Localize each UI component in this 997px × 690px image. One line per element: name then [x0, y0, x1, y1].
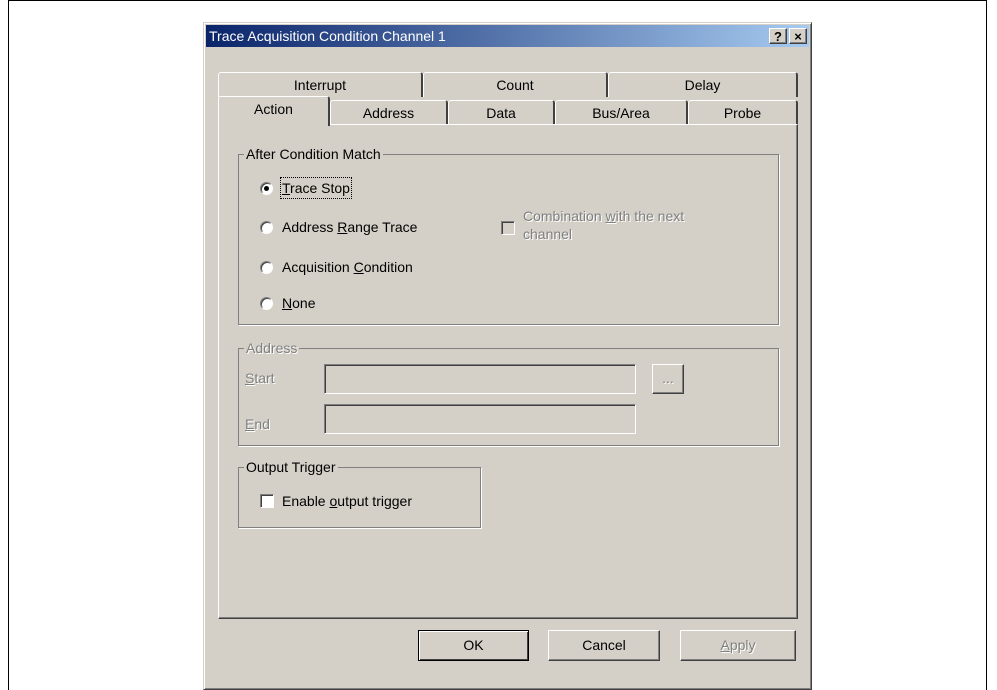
action-tab-panel: After Condition Match Trace Stop Address… — [218, 124, 798, 619]
tab-label: Count — [496, 77, 534, 93]
tab-count[interactable]: Count — [423, 72, 608, 97]
radio-button[interactable] — [260, 260, 273, 274]
start-label: Start — [245, 370, 275, 386]
group-label: After Condition Match — [244, 146, 383, 162]
tab-label: Bus/Area — [592, 105, 650, 121]
page-frame-right — [986, 0, 987, 690]
enable-output-trigger-checkbox[interactable] — [260, 494, 274, 508]
tab-address[interactable]: Address — [330, 100, 448, 125]
close-icon[interactable]: × — [789, 28, 807, 44]
end-address-field[interactable] — [324, 404, 636, 434]
page-frame-top — [8, 0, 987, 1]
tab-label: Probe — [723, 105, 762, 121]
radio-label: Acquisition Condition — [282, 259, 413, 275]
combination-label: Combination with the next channel — [523, 208, 685, 242]
radio-acquisition-condition[interactable]: Acquisition Condition — [260, 258, 413, 276]
combination-checkbox-row[interactable]: Combination with the next channel — [501, 207, 684, 243]
cancel-button[interactable]: Cancel — [548, 630, 660, 661]
combination-checkbox[interactable] — [501, 221, 515, 235]
radio-none[interactable]: None — [260, 294, 315, 312]
ok-button[interactable]: OK — [418, 630, 529, 661]
end-label: End — [245, 416, 270, 432]
tab-interrupt[interactable]: Interrupt — [218, 72, 423, 97]
radio-button[interactable] — [260, 181, 273, 195]
tab-label: Address — [362, 105, 415, 121]
dialog-title: Trace Acquisition Condition Channel 1 — [209, 28, 446, 44]
output-trigger-group: Output Trigger Enable output trigger — [238, 459, 481, 528]
group-label: Output Trigger — [244, 459, 338, 475]
tab-bus-area[interactable]: Bus/Area — [555, 100, 688, 125]
tab-action[interactable]: Action — [218, 96, 330, 126]
tab-probe[interactable]: Probe — [688, 100, 798, 125]
enable-output-trigger-row[interactable]: Enable output trigger — [260, 492, 412, 510]
tab-data[interactable]: Data — [448, 100, 555, 125]
enable-output-trigger-label: Enable output trigger — [282, 493, 412, 509]
radio-label: None — [282, 295, 316, 311]
radio-button[interactable] — [260, 296, 273, 310]
radio-address-range-trace[interactable]: Address Range Trace — [260, 218, 417, 236]
start-address-field[interactable] — [324, 364, 636, 394]
browse-button[interactable]: ... — [652, 364, 684, 394]
help-button[interactable]: ? — [769, 28, 787, 44]
page-frame-left — [8, 0, 9, 690]
radio-button[interactable] — [260, 220, 273, 234]
radio-trace-stop[interactable]: Trace Stop — [260, 177, 352, 199]
after-condition-group: After Condition Match Trace Stop Address… — [238, 146, 779, 325]
trace-acquisition-dialog: Trace Acquisition Condition Channel 1 ? … — [203, 22, 812, 690]
radio-label: Address Range Trace — [282, 219, 418, 235]
tab-label: Interrupt — [293, 77, 347, 93]
group-label: Address — [244, 340, 300, 356]
apply-button[interactable]: Apply — [680, 630, 796, 661]
tab-label: Delay — [684, 77, 721, 93]
tab-label: Action — [254, 101, 293, 117]
address-group: Address Start ... End — [238, 340, 779, 446]
radio-label: Trace Stop — [280, 177, 352, 199]
tab-delay[interactable]: Delay — [608, 72, 798, 97]
dialog-titlebar: Trace Acquisition Condition Channel 1 ? … — [206, 25, 809, 47]
tab-label: Data — [486, 105, 516, 121]
